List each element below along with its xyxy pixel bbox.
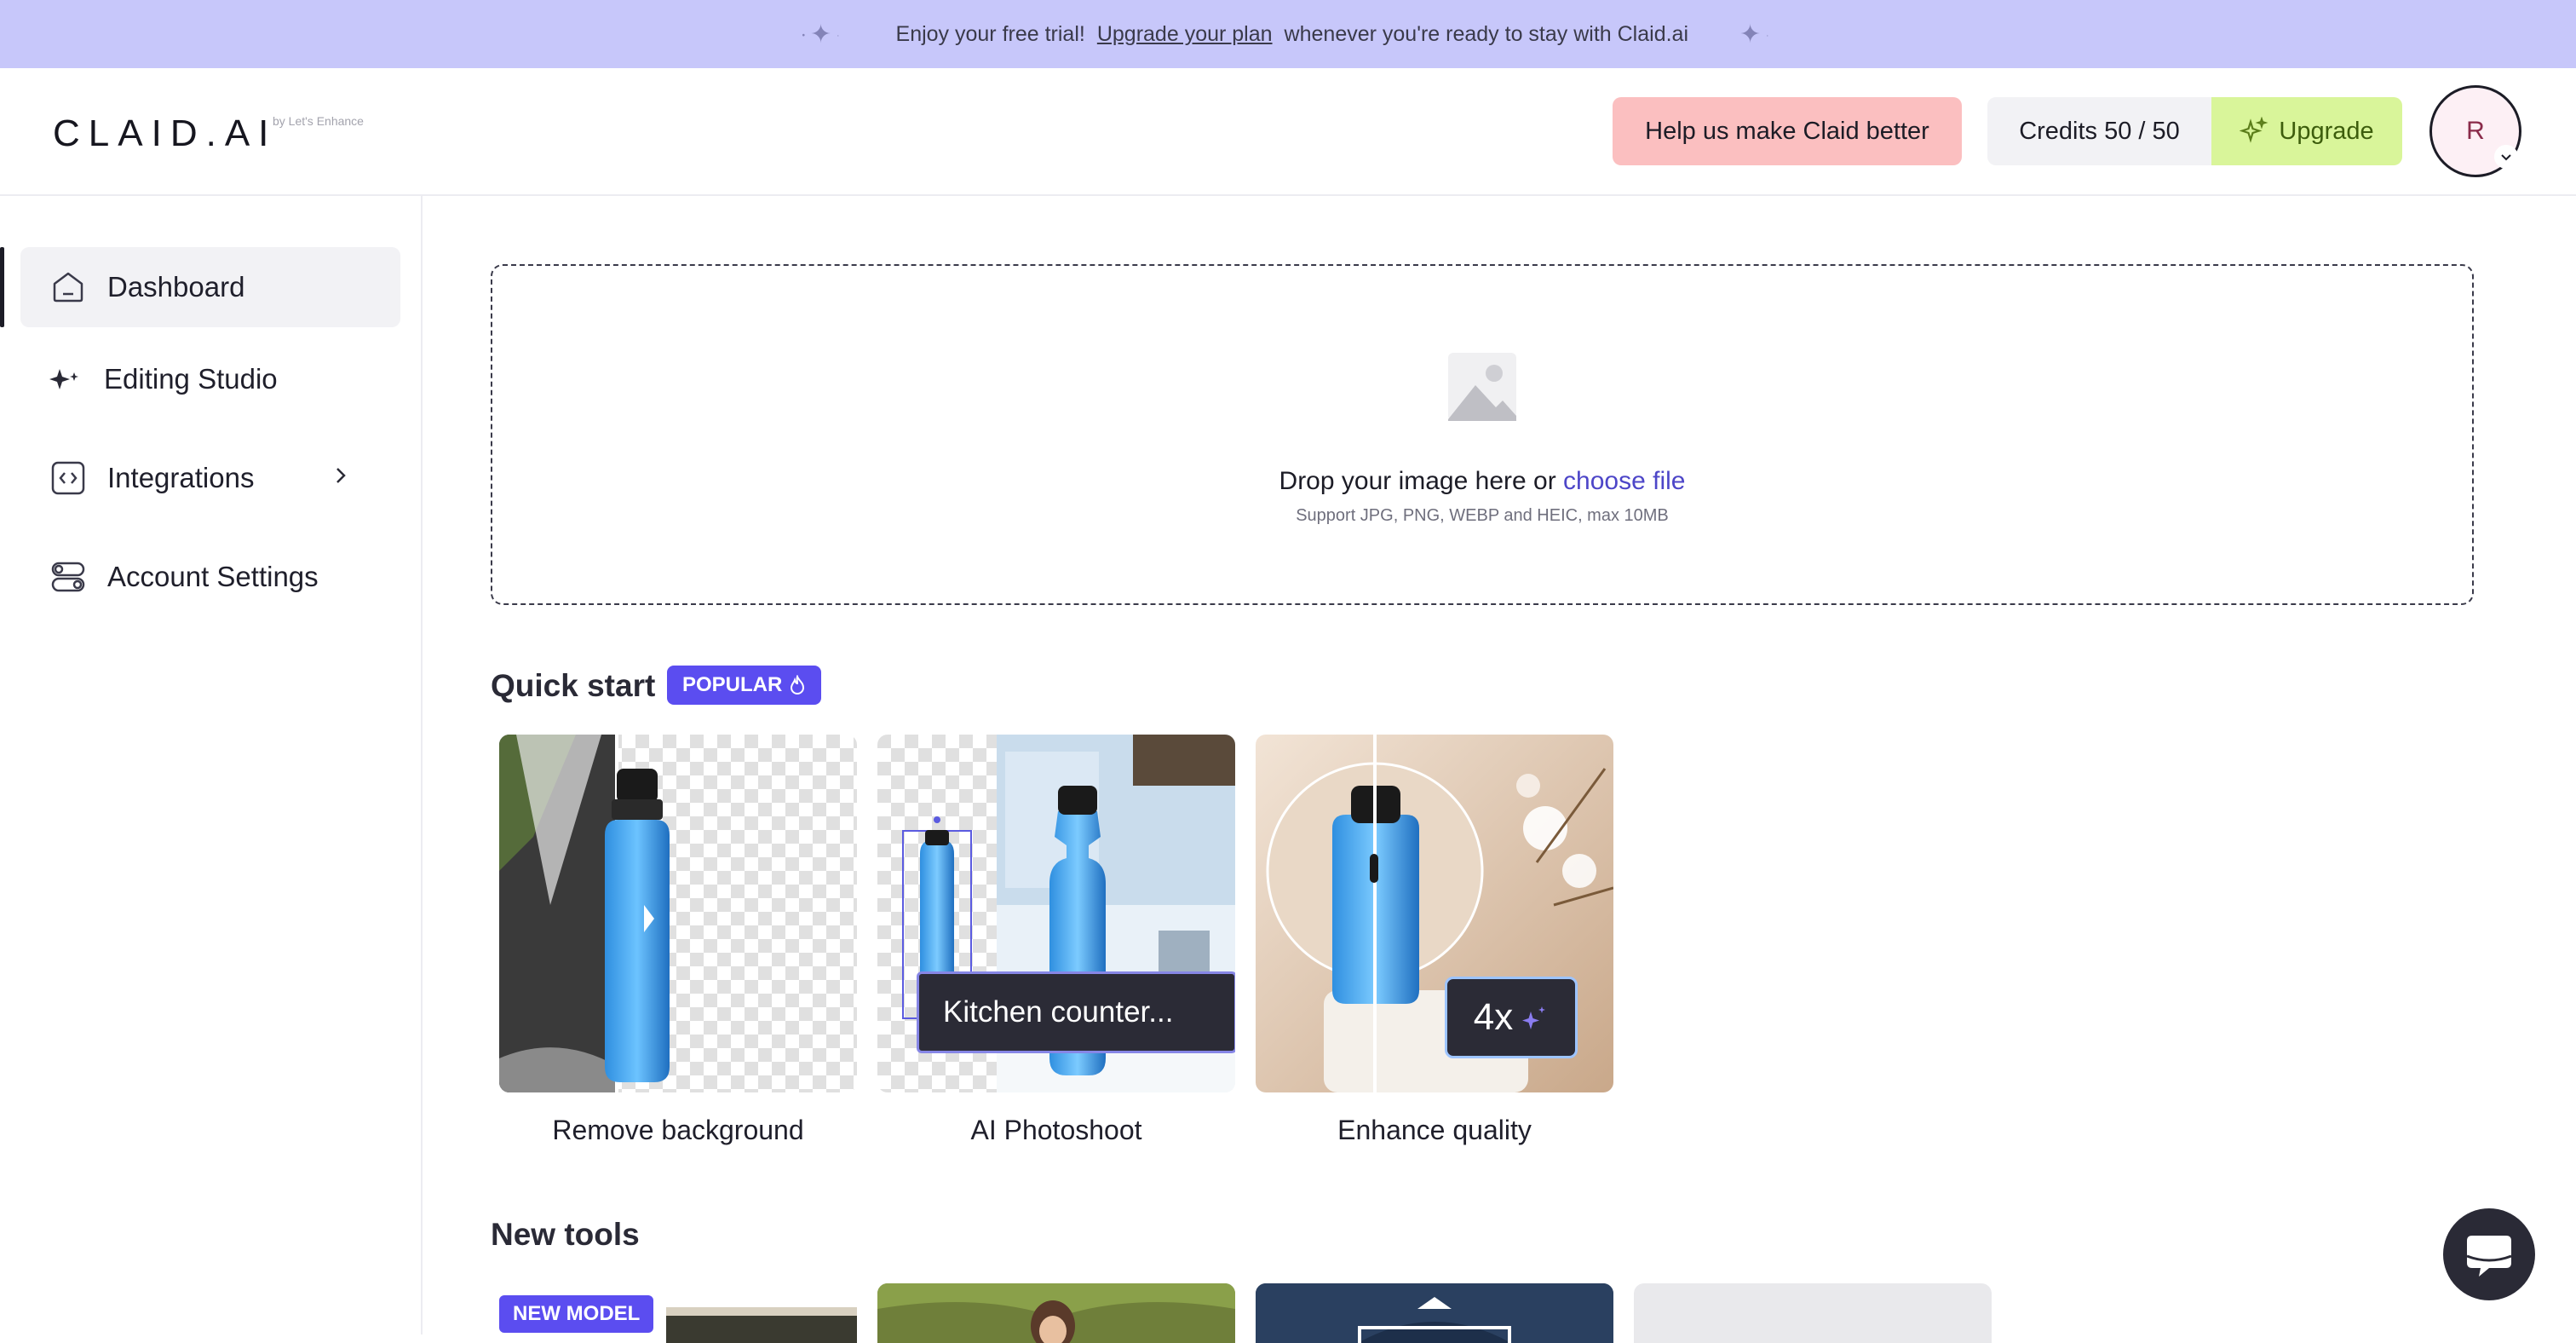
image-placeholder-icon <box>1448 353 1516 421</box>
upgrade-plan-link[interactable]: Upgrade your plan <box>1097 22 1273 47</box>
home-icon <box>49 268 87 306</box>
sparkle-icon <box>1522 1006 1546 1029</box>
choose-file-link[interactable]: choose file <box>1563 467 1685 495</box>
sparkle-icon: •✦· <box>802 20 845 49</box>
upgrade-button[interactable]: Upgrade <box>2211 97 2402 165</box>
logo[interactable]: CLAID.AI <box>53 112 277 155</box>
sidebar-item-dashboard[interactable]: Dashboard <box>20 247 400 327</box>
active-indicator <box>0 247 4 327</box>
banner-text: Enjoy your free trial! <box>895 21 1085 46</box>
banner-text-after: whenever you're ready to stay with Claid… <box>1284 21 1688 46</box>
remove-background-card[interactable] <box>499 735 857 1092</box>
sidebar-item-label: Dashboard <box>107 271 245 303</box>
flame-icon <box>791 675 805 695</box>
sidebar-item-label: Editing Studio <box>104 363 278 395</box>
chat-launcher-button[interactable] <box>2443 1208 2535 1300</box>
toggles-icon <box>49 558 87 596</box>
upscale-factor-badge: 4x <box>1445 977 1578 1058</box>
enhance-quality-label[interactable]: Enhance quality <box>1256 1115 1613 1146</box>
sidebar: Dashboard Editing Studio Integrations Ac… <box>0 196 423 1334</box>
credits-group: Credits 50 / 50 Upgrade <box>1987 97 2402 165</box>
chat-icon <box>2466 1236 2512 1277</box>
remove-background-label[interactable]: Remove background <box>499 1115 857 1146</box>
enhance-quality-card[interactable]: 4x <box>1256 735 1613 1092</box>
sparkle-icon <box>2240 117 2268 143</box>
sidebar-item-account-settings[interactable]: Account Settings <box>20 537 400 617</box>
sidebar-item-integrations[interactable]: Integrations <box>20 438 400 518</box>
new-model-badge: NEW MODEL <box>499 1295 654 1333</box>
feedback-button[interactable]: Help us make Claid better <box>1613 97 1962 165</box>
drop-prompt: Drop your image here or choose file <box>492 467 2472 496</box>
chevron-down-icon[interactable] <box>2494 145 2518 169</box>
sidebar-item-label: Account Settings <box>107 561 319 592</box>
sidebar-item-editing-studio[interactable]: Editing Studio <box>20 339 400 419</box>
chevron-right-icon[interactable] <box>329 464 353 487</box>
upscale-factor-label: 4x <box>1473 996 1514 1038</box>
drop-prompt-text: Drop your image here or <box>1279 467 1556 495</box>
sidebar-item-label: Integrations <box>107 462 255 493</box>
ai-photoshoot-card[interactable]: Kitchen counter... <box>877 735 1235 1092</box>
trial-banner: •✦· Enjoy your free trial! Upgrade your … <box>0 0 2576 68</box>
header: CLAID.AI by Let's Enhance Help us make C… <box>0 68 2576 196</box>
drop-support-text: Support JPG, PNG, WEBP and HEIC, max 10M… <box>1296 506 1669 525</box>
scene-prompt-tooltip: Kitchen counter... <box>917 971 1235 1053</box>
credits-counter[interactable]: Credits 50 / 50 <box>1987 97 2211 165</box>
remove-background-preview <box>499 735 857 1092</box>
quick-start-title: Quick start <box>491 668 656 703</box>
upload-dropzone[interactable]: Drop your image here or choose file Supp… <box>491 264 2474 605</box>
popular-badge: POPULAR <box>667 666 822 705</box>
sparkle-icon <box>46 360 83 398</box>
upgrade-label: Upgrade <box>2279 117 2374 145</box>
ai-photoshoot-label[interactable]: AI Photoshoot <box>877 1115 1235 1146</box>
code-icon <box>49 459 87 497</box>
new-tools-title: New tools <box>491 1217 640 1252</box>
popular-badge-label: POPULAR <box>682 673 783 696</box>
sparkle-icon: ✦· <box>1739 20 1774 49</box>
logo-subtitle: by Let's Enhance <box>273 114 364 128</box>
